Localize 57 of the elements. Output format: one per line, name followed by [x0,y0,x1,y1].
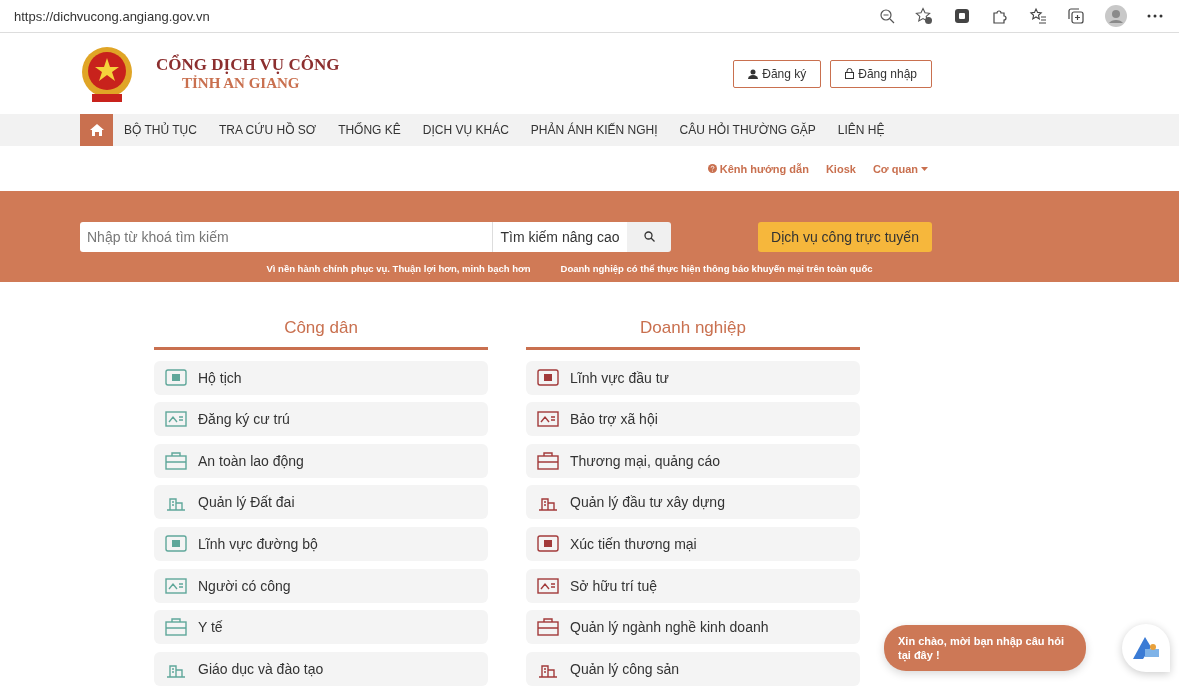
category-item[interactable]: Bảo trợ xã hội [526,402,860,437]
address-bar[interactable]: https://dichvucong.angiang.gov.vn [14,8,210,24]
category-item[interactable]: Lĩnh vực đường bộ [154,526,488,561]
nav-tab[interactable]: DỊCH VỤ KHÁC [411,114,520,146]
lock-icon [845,68,855,79]
nav-tab[interactable]: LIÊN HỆ [826,114,896,146]
category-item[interactable]: Quản lý công sản [526,651,860,686]
logo-icon [1131,635,1161,661]
tagline: Vì nền hành chính phục vụ. Thuận lợi hơn, minh bạch hơn [266,263,531,274]
category-item[interactable]: Y tế [154,610,488,645]
collections-icon[interactable] [1067,7,1085,25]
question-icon [707,164,717,173]
category-item[interactable]: Thương mại, quảng cáo [526,443,860,478]
tagline: Doanh nghiệp có thể thực hiện thông báo khuyến mại trên toàn quốc [560,263,873,274]
category-heading: Công dân [154,318,488,350]
category-item[interactable]: Quản lý ngành nghề kinh doanh [526,610,860,645]
category-item[interactable]: Quản lý Đất đai [154,485,488,520]
category-item[interactable]: Hộ tịch [154,360,488,395]
login-button[interactable]: Đăng nhập [830,59,932,88]
category-item[interactable]: Sở hữu trí tuệ [526,568,860,603]
online-services-button[interactable]: Dịch vụ công trực tuyến [758,222,932,252]
caret-icon [921,166,928,171]
more-icon[interactable] [1147,14,1163,18]
nav-tab[interactable]: PHẢN ÁNH KIẾN NGHỊ [519,114,669,146]
category-item[interactable]: Xúc tiến thương mại [526,526,860,561]
portal-subtitle: TỈNH AN GIANG [182,75,301,92]
category-item[interactable]: Lĩnh vực đầu tư [526,360,860,395]
nav-tab[interactable]: TRA CỨU HỒ SƠ [207,114,328,146]
advanced-search-button[interactable]: Tìm kiếm nâng cao [492,222,627,252]
search-icon [643,230,655,242]
nav-tab[interactable]: BỘ THỦ TỤC [113,114,208,146]
extension-icon[interactable] [953,7,971,25]
nav-tab[interactable]: CÂU HỎI THƯỜNG GẶP [668,114,827,146]
avatar-icon[interactable] [1105,5,1127,27]
guide-link[interactable]: Kênh hướng dẫn [707,162,809,175]
category-item[interactable]: An toàn lao động [154,443,488,478]
category-heading: Doanh nghiệp [526,318,860,350]
search-field[interactable]: Nhập từ khoá tìm kiếm [80,222,492,252]
category-item[interactable]: Giáo dục và đào tạo [154,651,488,686]
user-icon [748,68,759,79]
home-tab[interactable] [80,114,113,146]
search-button[interactable] [627,222,671,252]
portal-title: CỔNG DỊCH VỤ CÔNG [156,55,340,75]
category-item[interactable]: Quản lý đầu tư xây dựng [526,485,860,520]
zoom-out-icon[interactable] [879,8,895,24]
kiosk-link[interactable]: Kiosk [825,162,856,175]
category-item[interactable]: Đăng ký cư trú [154,402,488,437]
home-icon [89,124,104,136]
puzzle-icon[interactable] [991,7,1009,25]
register-button[interactable]: Đăng ký [733,59,822,88]
star-add-icon[interactable] [915,7,933,25]
chatbot-button[interactable] [1122,624,1170,672]
agency-dropdown[interactable]: Cơ quan [872,162,928,175]
category-item[interactable]: Người có công [154,568,488,603]
favorites-icon[interactable] [1029,7,1047,25]
nav-tab[interactable]: THỐNG KÊ [327,114,412,146]
toolbox-icon [164,449,188,472]
